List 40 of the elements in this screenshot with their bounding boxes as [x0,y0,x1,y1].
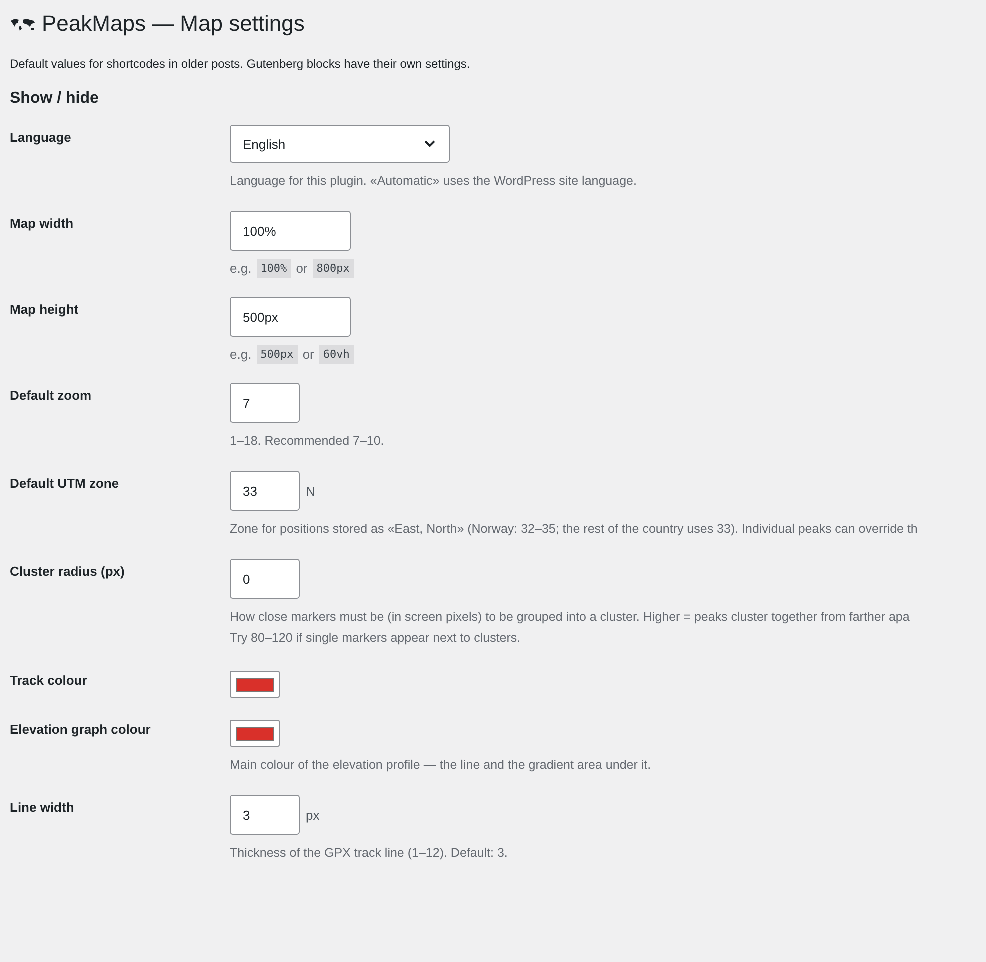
text-input-field[interactable]: 100% [230,211,351,251]
setting-label: Default UTM zone [10,475,120,491]
help-text: Zone for positions stored as «East, North» (Norway: 32–35; the rest of the country uses 33). Individual peaks can override th [230,521,918,538]
code-sample: 500px [256,345,298,364]
help-text: Try 80–120 if single markers appear next to clusters. [230,630,522,647]
world-map-icon [10,18,36,32]
unit-label: px [306,808,320,822]
language-dropdown[interactable]: English [230,125,450,163]
number-input-field[interactable]: 3 [230,795,300,835]
setting-label: Track colour [10,672,88,688]
help-text: 1–18. Recommended 7–10. [230,433,384,450]
help-text: Main colour of the elevation profile — the line and the gradient area under it. [230,757,652,774]
section-heading: Show / hide [10,90,100,108]
number-input-field[interactable]: 0 [230,559,300,599]
number-input-field[interactable]: 7 [230,383,300,423]
hint-text: or [302,347,314,362]
setting-label: Map height [10,301,80,317]
hint-text: e.g. [230,261,252,276]
page-title: PeakMaps — Map settings [42,10,305,38]
setting-label: Language [10,129,72,145]
color-picker[interactable] [230,720,280,747]
code-sample: 100% [256,259,292,278]
help-text: Thickness of the GPX track line (1–12). Default: 3. [230,845,508,862]
code-sample: 60vh [319,345,354,364]
setting-label: Cluster radius (px) [10,563,126,579]
hint-text: e.g. [230,347,252,362]
help-text: How close markers must be (in screen pixels) to be grouped into a cluster. Higher = peaks cluster together from farther apa [230,609,910,626]
help-text: Language for this plugin. «Automatic» uses the WordPress site language. [230,173,637,190]
number-input-field[interactable]: 33 [230,471,300,511]
page-description: Default values for shortcodes in older posts. Gutenberg blocks have their own settings. [10,57,472,71]
unit-label: N [306,484,316,498]
setting-label: Default zoom [10,387,93,403]
color-picker[interactable] [230,671,280,698]
setting-label: Map width [10,215,75,231]
text-input-field[interactable]: 500px [230,297,351,337]
chevron-down-icon [424,140,436,148]
setting-label: Line width [10,799,76,815]
hint-text: or [296,261,308,276]
setting-label: Elevation graph colour [10,721,152,737]
code-sample: 800px [312,259,354,278]
